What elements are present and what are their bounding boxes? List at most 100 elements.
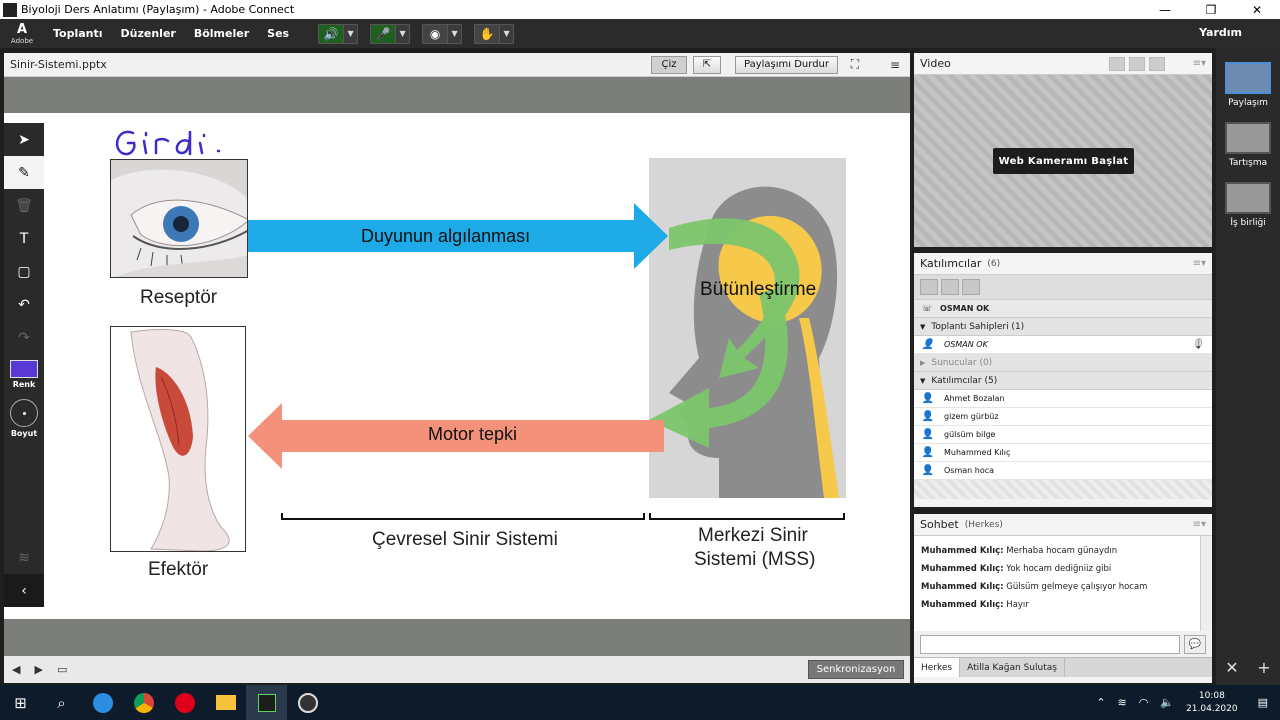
attendee-row[interactable]: 👤 Ahmet Bozalan: [914, 390, 1212, 408]
notifications-icon[interactable]: ▤: [1258, 696, 1268, 709]
search-icon[interactable]: ⌕: [41, 685, 82, 720]
color-swatch[interactable]: [10, 360, 38, 378]
collapse-toolbar-icon[interactable]: ‹: [4, 574, 44, 607]
attendee-row[interactable]: 👤 gülsüm bilge: [914, 426, 1212, 444]
chat-scrollbar[interactable]: [1200, 536, 1212, 631]
show-hidden-icons-icon[interactable]: ⌃: [1096, 696, 1105, 709]
help-menu[interactable]: Yardım: [1199, 26, 1242, 39]
file-explorer-icon[interactable]: [205, 685, 246, 720]
chat-tab-everyone[interactable]: Herkes: [914, 658, 961, 677]
raise-hand-icon[interactable]: ✋: [474, 23, 501, 44]
layout-settings-icon[interactable]: ✕: [1225, 658, 1238, 677]
undo-icon[interactable]: ↶: [4, 288, 44, 321]
participants-group-label: Katılımcılar (5): [931, 375, 998, 386]
pencil-tool-icon[interactable]: ✎: [4, 156, 44, 189]
pointer-tool-button[interactable]: ⇱: [693, 55, 721, 74]
current-user-row[interactable]: ☏ OSMAN OK: [914, 300, 1212, 318]
share-pod: Sinir-Sistemi.pptx Çiz ⇱ Paylaşımı Durdu…: [4, 53, 910, 683]
obs-recorder-icon[interactable]: [287, 685, 328, 720]
minimize-button[interactable]: —: [1142, 0, 1188, 19]
webcam-dropdown-icon[interactable]: ▼: [448, 23, 463, 44]
speaker-dropdown-icon[interactable]: ▼: [344, 23, 359, 44]
attendee-row[interactable]: 👤 Muhammed Kılıç: [914, 444, 1212, 462]
stop-sharing-button[interactable]: Paylaşımı Durdur: [735, 55, 838, 74]
attendees-pod-menu-icon[interactable]: ≡▾: [1193, 258, 1206, 269]
hosts-group-header[interactable]: ▼ Toplantı Sahipleri (1): [914, 318, 1212, 336]
menu-layouts[interactable]: Düzenler: [121, 27, 176, 40]
webcam-icon[interactable]: ◉: [422, 23, 449, 44]
layers-icon[interactable]: ≋: [4, 541, 44, 574]
cns-label-line1: Merkezi Sinir: [698, 525, 808, 546]
windows-taskbar: ⊞ ⌕ ⌃ ≋ ◠ 🔈 10:08 21.04.2020 ▤: [0, 685, 1280, 720]
delete-tool-icon[interactable]: 🗑: [4, 189, 44, 222]
send-message-icon[interactable]: 💬: [1184, 634, 1206, 654]
effector-leg-image: [110, 326, 246, 552]
microphone-dropdown-icon[interactable]: ▼: [396, 23, 411, 44]
text-tool-icon[interactable]: T: [4, 222, 44, 255]
menu-pods[interactable]: Bölmeler: [194, 27, 249, 40]
chrome-browser-icon[interactable]: [123, 685, 164, 720]
participant-user-icon: 👤: [921, 447, 935, 458]
speaker-control[interactable]: 🔊 ▼: [318, 23, 359, 44]
adobe-connect-taskbar-icon[interactable]: [246, 685, 287, 720]
start-webcam-button[interactable]: Web Kameramı Başlat: [993, 148, 1134, 174]
size-picker[interactable]: [10, 399, 38, 427]
layout-discussion-thumbnail[interactable]: [1225, 122, 1271, 154]
raise-hand-control[interactable]: ✋ ▼: [474, 23, 515, 44]
layout-sharing[interactable]: Paylaşım: [1225, 62, 1271, 108]
input-language-icon[interactable]: ≋: [1118, 696, 1127, 709]
list-view-icon[interactable]: [920, 279, 938, 295]
system-clock[interactable]: 10:08 21.04.2020: [1186, 690, 1238, 716]
participants-group-header[interactable]: ▼ Katılımcılar (5): [914, 372, 1212, 390]
host-user-icon: 👤: [921, 339, 935, 350]
microphone-icon[interactable]: 🎤: [370, 23, 397, 44]
chat-pod-menu-icon[interactable]: ≡▾: [1193, 519, 1206, 530]
pod-menu-icon[interactable]: ≡: [886, 56, 904, 74]
breakout-view-icon[interactable]: [941, 279, 959, 295]
adobe-logo-text: Adobe: [10, 37, 34, 45]
cns-label-line2: Sistemi (MSS): [694, 549, 816, 570]
speaker-icon[interactable]: 🔊: [318, 23, 345, 44]
chat-sender: Muhammed Kılıç:: [921, 564, 1004, 574]
attendee-row[interactable]: 👤 gizem gürbüz: [914, 408, 1212, 426]
chat-text: Yok hocam dediğniiz gibi: [1006, 564, 1112, 574]
layout-collaboration[interactable]: İş birliği: [1225, 182, 1271, 228]
attendee-row[interactable]: 👤 OSMAN OK 🎙: [914, 336, 1212, 354]
sidebar-toggle-icon[interactable]: ▭: [57, 663, 67, 676]
video-grid-icon[interactable]: [1108, 56, 1125, 71]
sync-button[interactable]: Senkronizasyon: [808, 660, 904, 679]
redo-icon[interactable]: ↷: [4, 321, 44, 354]
layout-discussion[interactable]: Tartışma: [1225, 122, 1271, 168]
previous-slide-icon[interactable]: ◀: [12, 663, 20, 676]
select-tool-icon[interactable]: ➤: [4, 123, 44, 156]
video-fullscreen-icon[interactable]: [1148, 56, 1165, 71]
opera-browser-icon[interactable]: [164, 685, 205, 720]
volume-icon[interactable]: 🔈: [1160, 696, 1174, 709]
edge-browser-icon[interactable]: [82, 685, 123, 720]
layout-sharing-thumbnail[interactable]: [1225, 62, 1271, 94]
add-layout-icon[interactable]: +: [1257, 658, 1270, 677]
close-button[interactable]: ✕: [1234, 0, 1280, 19]
attendee-row[interactable]: 👤 Osman hoca: [914, 462, 1212, 480]
participant-user-icon: 👤: [921, 393, 935, 404]
presenters-group-header[interactable]: ▶ Sunucular (0): [914, 354, 1212, 372]
fullscreen-icon[interactable]: ⛶: [846, 56, 864, 74]
shape-tool-icon[interactable]: ▢: [4, 255, 44, 288]
microphone-control[interactable]: 🎤 ▼: [370, 23, 411, 44]
maximize-button[interactable]: ❐: [1188, 0, 1234, 19]
windows-start-icon[interactable]: ⊞: [0, 685, 41, 720]
next-slide-icon[interactable]: ▶: [34, 663, 42, 676]
menu-meeting[interactable]: Toplantı: [53, 27, 103, 40]
chat-pod-header: Sohbet (Herkes) ≡▾: [914, 514, 1212, 536]
video-pod-menu-icon[interactable]: ≡▾: [1193, 58, 1206, 69]
status-view-icon[interactable]: [962, 279, 980, 295]
video-single-icon[interactable]: [1128, 56, 1145, 71]
menu-audio[interactable]: Ses: [267, 27, 289, 40]
webcam-control[interactable]: ◉ ▼: [422, 23, 463, 44]
wifi-icon[interactable]: ◠: [1139, 696, 1149, 709]
raise-hand-dropdown-icon[interactable]: ▼: [500, 23, 515, 44]
chat-tab-private[interactable]: Atilla Kağan Sulutaş: [960, 658, 1065, 677]
chat-input[interactable]: [920, 634, 1180, 654]
layout-collaboration-thumbnail[interactable]: [1225, 182, 1271, 214]
draw-button[interactable]: Çiz: [651, 55, 687, 74]
